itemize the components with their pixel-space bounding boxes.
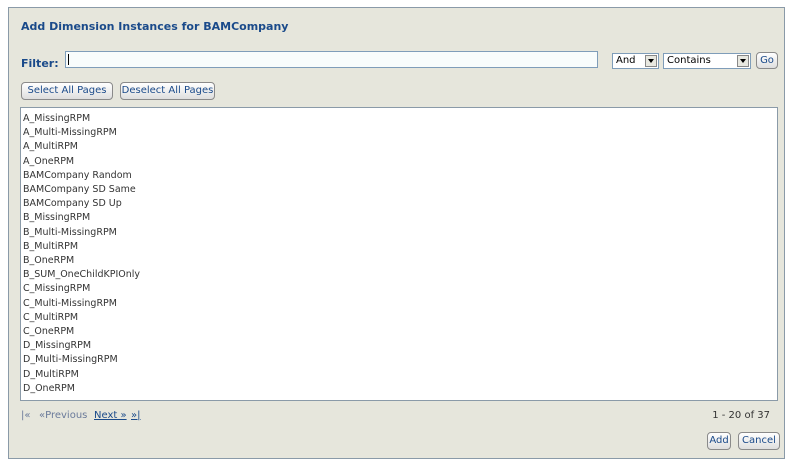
list-item[interactable]: D_MultiRPM <box>23 368 777 382</box>
first-page-link[interactable]: |« <box>21 410 31 421</box>
dialog-title: Add Dimension Instances for BAMCompany <box>21 20 289 33</box>
list-item[interactable]: C_OneRPM <box>23 325 777 339</box>
list-item[interactable]: B_SUM_OneChildKPIOnly <box>23 268 777 282</box>
list-item[interactable]: A_Multi-MissingRPM <box>23 126 777 140</box>
add-dimension-instances-dialog: Add Dimension Instances for BAMCompany F… <box>8 7 785 459</box>
list-item[interactable]: BAMCompany SD Same <box>23 183 777 197</box>
previous-page-link[interactable]: «Previous <box>39 410 87 421</box>
cancel-button[interactable]: Cancel <box>738 432 780 450</box>
page-range-count: 1 - 20 of 37 <box>712 410 770 421</box>
go-button[interactable]: Go <box>756 52 778 69</box>
deselect-all-pages-button[interactable]: Deselect All Pages <box>120 82 215 100</box>
list-item[interactable]: BAMCompany Random <box>23 169 777 183</box>
list-item[interactable]: B_MissingRPM <box>23 211 777 225</box>
match-select[interactable]: Contains <box>663 53 751 69</box>
list-item[interactable]: B_OneRPM <box>23 254 777 268</box>
list-item[interactable]: A_MissingRPM <box>23 112 777 126</box>
list-item[interactable]: D_Multi-MissingRPM <box>23 353 777 367</box>
add-button[interactable]: Add <box>707 432 731 450</box>
chevron-down-icon <box>645 55 657 67</box>
list-item[interactable]: C_Multi-MissingRPM <box>23 297 777 311</box>
logic-select-value: And <box>616 55 636 66</box>
list-item[interactable]: D_OneRPM <box>23 382 777 396</box>
list-item[interactable]: BAMCompany SD Up <box>23 197 777 211</box>
filter-label: Filter: <box>21 57 59 70</box>
list-item[interactable]: C_MissingRPM <box>23 282 777 296</box>
next-page-link[interactable]: Next » <box>94 410 127 421</box>
list-item[interactable]: B_MultiRPM <box>23 240 777 254</box>
list-item[interactable]: B_Multi-MissingRPM <box>23 226 777 240</box>
select-all-pages-button[interactable]: Select All Pages <box>21 82 113 100</box>
match-select-value: Contains <box>667 55 711 66</box>
list-item[interactable]: D_MissingRPM <box>23 339 777 353</box>
logic-select[interactable]: And <box>612 53 659 69</box>
list-item[interactable]: A_MultiRPM <box>23 140 777 154</box>
list-item[interactable]: A_OneRPM <box>23 155 777 169</box>
chevron-down-icon <box>737 55 749 67</box>
text-cursor <box>68 54 69 65</box>
list-item[interactable]: C_MultiRPM <box>23 311 777 325</box>
dimension-instance-list[interactable]: A_MissingRPM A_Multi-MissingRPM A_MultiR… <box>20 107 778 401</box>
last-page-link[interactable]: »| <box>131 410 141 421</box>
filter-input[interactable] <box>65 51 598 68</box>
